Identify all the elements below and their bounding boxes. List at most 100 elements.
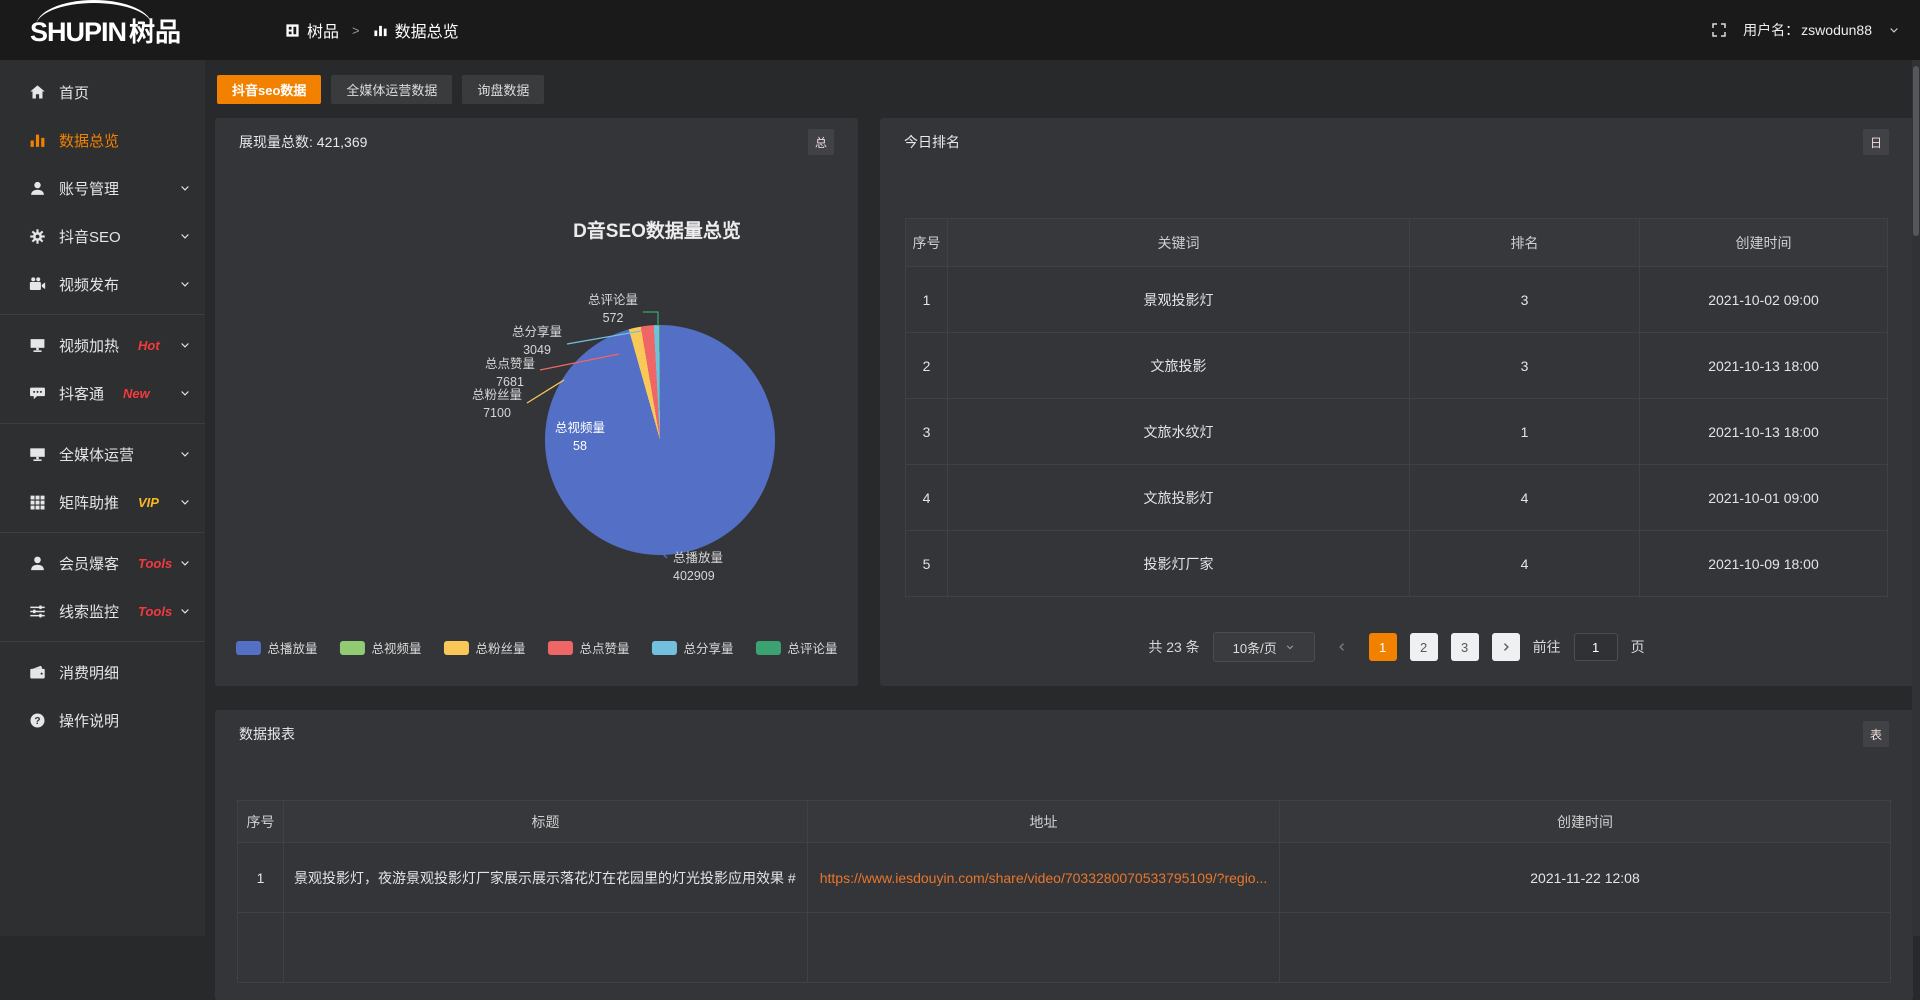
page-button-2[interactable]: 2 <box>1410 633 1438 661</box>
app-logo: SHUPIN树品 <box>30 12 210 49</box>
goto-unit: 页 <box>1631 637 1645 657</box>
grid-icon <box>29 494 46 511</box>
goto-label: 前往 <box>1533 637 1561 657</box>
breadcrumb: 树品 > 数据总览 <box>285 18 459 42</box>
pie-label-fans: 总粉丝量7100 <box>472 387 522 422</box>
legend-swatch <box>339 641 364 655</box>
tab-douyin-seo-data[interactable]: 抖音seo数据 <box>217 75 321 104</box>
table-row: 2文旅投影32021-10-13 18:00 <box>906 333 1888 399</box>
table-toggle-button[interactable]: 表 <box>1863 721 1889 747</box>
sidebar-item-member-baoke[interactable]: 会员爆客 Tools <box>0 539 205 587</box>
sidebar-item-data-overview[interactable]: 数据总览 <box>0 116 205 164</box>
pie-label-shares: 总分享量3049 <box>512 324 562 359</box>
legend-item[interactable]: 总点赞量 <box>548 638 630 657</box>
table-row: 3文旅水纹灯12021-10-13 18:00 <box>906 399 1888 465</box>
prev-page-button[interactable] <box>1328 633 1356 661</box>
tab-inquiry-data[interactable]: 询盘数据 <box>462 75 544 104</box>
legend-swatch <box>443 641 468 655</box>
sidebar-item-media-operation[interactable]: 全媒体运营 <box>0 430 205 478</box>
chevron-down-icon[interactable] <box>1888 24 1900 36</box>
sidebar-item-douyin-seo[interactable]: 抖音SEO <box>0 212 205 260</box>
goto-page-input[interactable] <box>1574 633 1618 661</box>
fullscreen-icon[interactable] <box>1711 22 1727 38</box>
vip-badge: VIP <box>138 495 159 510</box>
legend-item[interactable]: 总播放量 <box>235 638 317 657</box>
screen-icon <box>29 337 46 354</box>
legend-swatch <box>548 641 573 655</box>
col-index: 序号 <box>238 801 284 843</box>
sliders-icon <box>29 603 46 620</box>
breadcrumb-current: 数据总览 <box>395 18 459 42</box>
chevron-down-icon <box>179 496 191 508</box>
col-keyword: 关键词 <box>948 219 1410 267</box>
sidebar-divider <box>0 532 205 533</box>
day-toggle-button[interactable]: 日 <box>1863 129 1889 155</box>
data-tabs: 抖音seo数据 全媒体运营数据 询盘数据 <box>217 75 544 104</box>
legend-swatch <box>756 641 781 655</box>
col-created: 创建时间 <box>1280 801 1891 843</box>
table-row <box>238 913 1891 983</box>
legend-item[interactable]: 总粉丝量 <box>443 638 525 657</box>
sidebar-item-label: 账号管理 <box>59 178 119 199</box>
sidebar-item-home[interactable]: 首页 <box>0 68 205 116</box>
sidebar-item-doukutong[interactable]: 抖客通 New <box>0 369 205 417</box>
table-header-row: 序号 关键词 排名 创建时间 <box>906 219 1888 267</box>
chevron-down-icon <box>179 182 191 194</box>
sidebar-item-label: 视频发布 <box>59 274 119 295</box>
sidebar-item-help[interactable]: ? 操作说明 <box>0 696 205 744</box>
username-label: 用户名： <box>1743 20 1799 40</box>
table-row: 1景观投影灯32021-10-02 09:00 <box>906 267 1888 333</box>
tab-media-operation-data[interactable]: 全媒体运营数据 <box>331 75 452 104</box>
sidebar-item-consumption[interactable]: 消费明细 <box>0 648 205 696</box>
col-title: 标题 <box>284 801 808 843</box>
chevron-down-icon <box>179 278 191 290</box>
bar-chart-icon <box>29 132 46 149</box>
scrollbar-thumb[interactable] <box>1913 66 1919 236</box>
col-rank: 排名 <box>1410 219 1640 267</box>
main-content: 抖音seo数据 全媒体运营数据 询盘数据 展现量总数: 421,369 总 D音… <box>205 60 1920 936</box>
tools-badge: Tools <box>138 604 172 619</box>
breadcrumb-separator: > <box>352 23 360 38</box>
sidebar-item-label: 操作说明 <box>59 710 119 731</box>
table-header-row: 序号 标题 地址 创建时间 <box>238 801 1891 843</box>
seo-chart-card: 展现量总数: 421,369 总 D音SEO数据量总览 总评论量572 总分享量… <box>215 118 858 686</box>
sidebar-item-label: 首页 <box>59 82 89 103</box>
chevron-down-icon <box>1285 642 1295 652</box>
pie-chart: D音SEO数据量总览 总评论量572 总分享量3049 总点赞量7681 总粉丝… <box>215 166 858 686</box>
pie-label-likes: 总点赞量7681 <box>485 356 535 391</box>
logo-arc <box>36 0 152 26</box>
next-page-button[interactable] <box>1492 633 1520 661</box>
total-toggle-button[interactable]: 总 <box>808 129 834 155</box>
ranking-card-title: 今日排名 <box>904 132 960 152</box>
monitor-icon <box>29 446 46 463</box>
sidebar-item-video-heat[interactable]: 视频加热 Hot <box>0 321 205 369</box>
col-created: 创建时间 <box>1640 219 1888 267</box>
sidebar-item-account[interactable]: 账号管理 <box>0 164 205 212</box>
chevron-down-icon <box>179 339 191 351</box>
home-icon <box>29 84 46 101</box>
legend-item[interactable]: 总评论量 <box>756 638 838 657</box>
ranking-table: 序号 关键词 排名 创建时间 1景观投影灯32021-10-02 09:00 2… <box>905 218 1888 597</box>
username[interactable]: zswodun88 <box>1801 22 1872 38</box>
chevron-down-icon <box>179 230 191 242</box>
legend-item[interactable]: 总视频量 <box>339 638 421 657</box>
gear-icon <box>29 228 46 245</box>
page-button-1[interactable]: 1 <box>1369 633 1397 661</box>
sidebar-item-clue-monitor[interactable]: 线索监控 Tools <box>0 587 205 635</box>
video-url-link[interactable]: https://www.iesdouyin.com/share/video/70… <box>820 870 1268 886</box>
wallet-icon <box>29 664 46 681</box>
report-table: 序号 标题 地址 创建时间 1 景观投影灯，夜游景观投影灯厂家展示展示落花灯在花… <box>237 800 1891 983</box>
breadcrumb-root[interactable]: 树品 <box>307 18 339 42</box>
sidebar-item-video-publish[interactable]: 视频发布 <box>0 260 205 308</box>
sidebar-divider <box>0 641 205 642</box>
sidebar-divider <box>0 314 205 315</box>
page-button-3[interactable]: 3 <box>1451 633 1479 661</box>
sidebar-item-label: 抖客通 <box>59 383 104 404</box>
legend-item[interactable]: 总分享量 <box>652 638 734 657</box>
report-card-title: 数据报表 <box>239 724 295 744</box>
sidebar-item-matrix-boost[interactable]: 矩阵助推 VIP <box>0 478 205 526</box>
member-icon <box>29 555 46 572</box>
sidebar-item-label: 抖音SEO <box>59 226 121 247</box>
pie-label-videos: 总视频量58 <box>555 420 605 455</box>
page-size-select[interactable]: 10条/页 <box>1213 632 1315 662</box>
